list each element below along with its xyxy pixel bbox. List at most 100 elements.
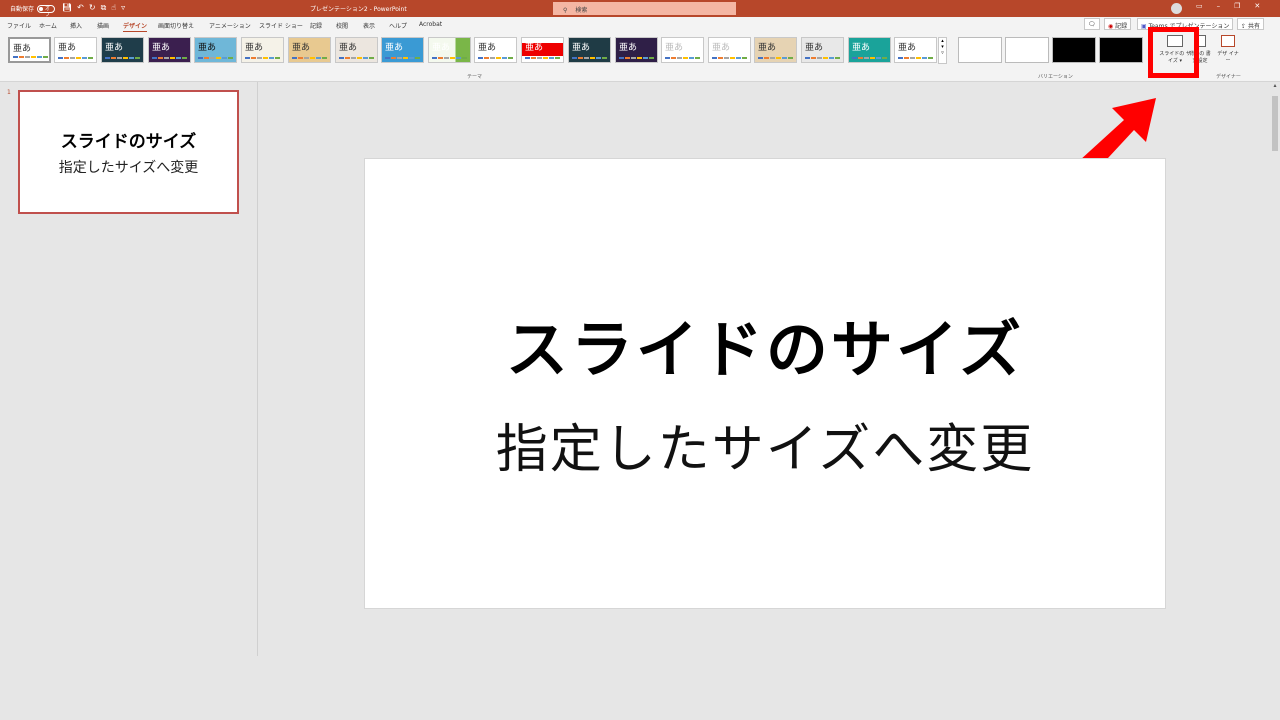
present-icon[interactable]: ⧉ xyxy=(101,3,107,13)
theme-sample-text: 亜あ xyxy=(105,43,124,53)
quick-access-toolbar: 💾︎ ↶ ↻ ⧉ ☝ ▿ xyxy=(62,3,125,13)
record-button[interactable]: ◉ 記録 xyxy=(1104,18,1132,30)
share-button[interactable]: ⇪ 共有 xyxy=(1237,18,1264,30)
theme-thumbnail[interactable]: 亜あ xyxy=(241,37,284,63)
theme-sample-text: 亜あ xyxy=(432,43,451,53)
theme-sample-text: 亜あ xyxy=(712,43,731,53)
designer-label: デザ イナー xyxy=(1217,51,1239,64)
variant-1[interactable] xyxy=(958,37,1002,63)
slide-canvas[interactable]: スライドのサイズ 指定したサイズへ変更 xyxy=(364,158,1166,609)
slide-thumbnail-1[interactable]: スライドのサイズ 指定したサイズへ変更 xyxy=(18,90,239,214)
close-icon[interactable]: ✕ xyxy=(1254,2,1260,10)
tab-home[interactable]: ホーム xyxy=(39,21,57,30)
theme-thumbnail[interactable]: 亜あ xyxy=(381,37,424,63)
theme-thumbnail[interactable]: 亜あ xyxy=(474,37,517,63)
theme-sample-text: 亜あ xyxy=(245,43,264,53)
customize-qat-icon[interactable]: ▿ xyxy=(121,3,125,13)
theme-thumbnail[interactable]: 亜あ xyxy=(848,37,891,63)
theme-thumbnail[interactable]: 亜あ xyxy=(194,37,237,63)
search-icon: ⚲ xyxy=(563,7,568,14)
theme-color-bars xyxy=(758,57,793,59)
slide-subtitle[interactable]: 指定したサイズへ変更 xyxy=(365,407,1165,482)
touch-mode-icon[interactable]: ☝ xyxy=(111,3,116,13)
theme-color-bars xyxy=(665,57,700,59)
variant-2[interactable] xyxy=(1005,37,1049,63)
tab-help[interactable]: ヘルプ xyxy=(389,21,407,30)
theme-color-bars xyxy=(198,57,233,59)
gallery-scroll[interactable]: ▴ ▾ ▿ xyxy=(938,37,947,64)
theme-sample-text: 亜あ xyxy=(58,43,77,53)
theme-thumbnail[interactable]: 亜あ xyxy=(521,37,564,63)
theme-thumbnail[interactable]: 亜あ xyxy=(801,37,844,63)
tab-record[interactable]: 記録 xyxy=(310,21,322,30)
undo-icon[interactable]: ↶ xyxy=(77,3,84,13)
ribbon-display-icon[interactable]: ▭ xyxy=(1196,2,1203,10)
title-bar: 自動保存 オフ 💾︎ ↶ ↻ ⧉ ☝ ▿ プレゼンテーション2 - PowerP… xyxy=(0,0,1280,18)
scrollbar-thumb[interactable] xyxy=(1272,96,1278,151)
autosave[interactable]: 自動保存 オフ xyxy=(10,4,56,18)
tab-transitions[interactable]: 画面切り替え xyxy=(158,21,194,30)
theme-thumbnail[interactable]: 亜あ xyxy=(615,37,658,63)
designer-button[interactable]: デザ イナー xyxy=(1216,35,1240,64)
redo-icon[interactable]: ↻ xyxy=(89,3,96,13)
theme-color-bars xyxy=(385,57,420,59)
theme-thumbnail[interactable]: 亜あ xyxy=(754,37,797,63)
search-placeholder: 検索 xyxy=(575,7,588,14)
themes-group-label: テーマ xyxy=(467,74,483,80)
theme-thumbnail[interactable]: 亜あ xyxy=(54,37,97,63)
tab-review[interactable]: 校閲 xyxy=(336,21,348,30)
theme-color-bars xyxy=(852,57,887,59)
variant-3[interactable] xyxy=(1052,37,1096,63)
theme-thumbnail[interactable]: 亜あ xyxy=(568,37,611,63)
theme-thumbnail[interactable]: 亜あ xyxy=(708,37,751,63)
save-icon[interactable]: 💾︎ xyxy=(62,3,72,13)
theme-color-bars xyxy=(478,57,513,59)
theme-color-bars xyxy=(105,57,140,59)
theme-color-bars xyxy=(525,57,560,59)
theme-thumbnail[interactable]: 亜あ xyxy=(148,37,191,63)
teams-icon: ▣ xyxy=(1141,23,1147,30)
theme-thumbnail[interactable]: 亜あ xyxy=(428,37,471,63)
avatar[interactable] xyxy=(1171,3,1182,14)
search-input[interactable]: ⚲ 検索 xyxy=(553,2,736,15)
tab-draw[interactable]: 描画 xyxy=(97,21,109,30)
theme-thumbnail[interactable]: 亜あ xyxy=(335,37,378,63)
theme-thumbnail[interactable]: 亜あ xyxy=(894,37,937,63)
theme-color-bars xyxy=(619,57,654,59)
restore-icon[interactable]: ❐ xyxy=(1234,2,1240,10)
autosave-toggle[interactable]: オフ xyxy=(37,4,56,18)
theme-sample-text: 亜あ xyxy=(805,43,824,53)
theme-sample-text: 亜あ xyxy=(339,43,358,53)
tab-animations[interactable]: アニメーション xyxy=(209,21,251,30)
designer-icon xyxy=(1221,35,1235,47)
theme-color-bars xyxy=(58,57,93,59)
thumbnail-title: スライドのサイズ xyxy=(60,132,197,152)
gallery-more-icon[interactable]: ▿ xyxy=(939,50,946,56)
theme-color-bars xyxy=(898,57,933,59)
vertical-scrollbar[interactable]: ▴ xyxy=(1270,82,1280,662)
thumbnail-subtitle: 指定したサイズへ変更 xyxy=(58,160,199,176)
theme-thumbnail[interactable]: 亜あ xyxy=(288,37,331,63)
theme-thumbnail[interactable]: 亜あ xyxy=(8,37,51,63)
theme-color-bars xyxy=(13,56,48,58)
tab-acrobat[interactable]: Acrobat xyxy=(419,21,442,28)
slide-title[interactable]: スライドのサイズ xyxy=(365,299,1165,389)
tab-insert[interactable]: 挿入 xyxy=(70,21,82,30)
theme-sample-text: 亜あ xyxy=(478,43,497,53)
share-icon: ⇪ xyxy=(1241,23,1247,30)
tab-view[interactable]: 表示 xyxy=(363,21,375,30)
theme-thumbnail[interactable]: 亜あ xyxy=(661,37,704,63)
design-ribbon: 亜あ 亜あ 亜あ 亜あ 亜あ 亜あ 亜あ 亜あ 亜あ 亜あ 亜あ 亜あ 亜あ 亜あ 亜あ 亜あ 亜あ 亜あ 亜あ 亜あ… xyxy=(0,32,1280,82)
slide-number: 1 xyxy=(7,89,11,96)
share-label: 共有 xyxy=(1247,23,1260,30)
theme-sample-text: 亜あ xyxy=(198,43,217,53)
theme-sample-text: 亜あ xyxy=(758,43,777,53)
tab-file[interactable]: ファイル xyxy=(7,21,31,30)
theme-thumbnail[interactable]: 亜あ xyxy=(101,37,144,63)
tab-slideshow[interactable]: スライド ショー xyxy=(259,21,303,30)
scroll-up-icon[interactable]: ▴ xyxy=(1270,82,1280,89)
minimize-icon[interactable]: – xyxy=(1217,2,1221,10)
variant-4[interactable] xyxy=(1099,37,1143,63)
theme-color-bars xyxy=(712,57,747,59)
comments-button[interactable]: 🗨︎ xyxy=(1084,18,1100,30)
